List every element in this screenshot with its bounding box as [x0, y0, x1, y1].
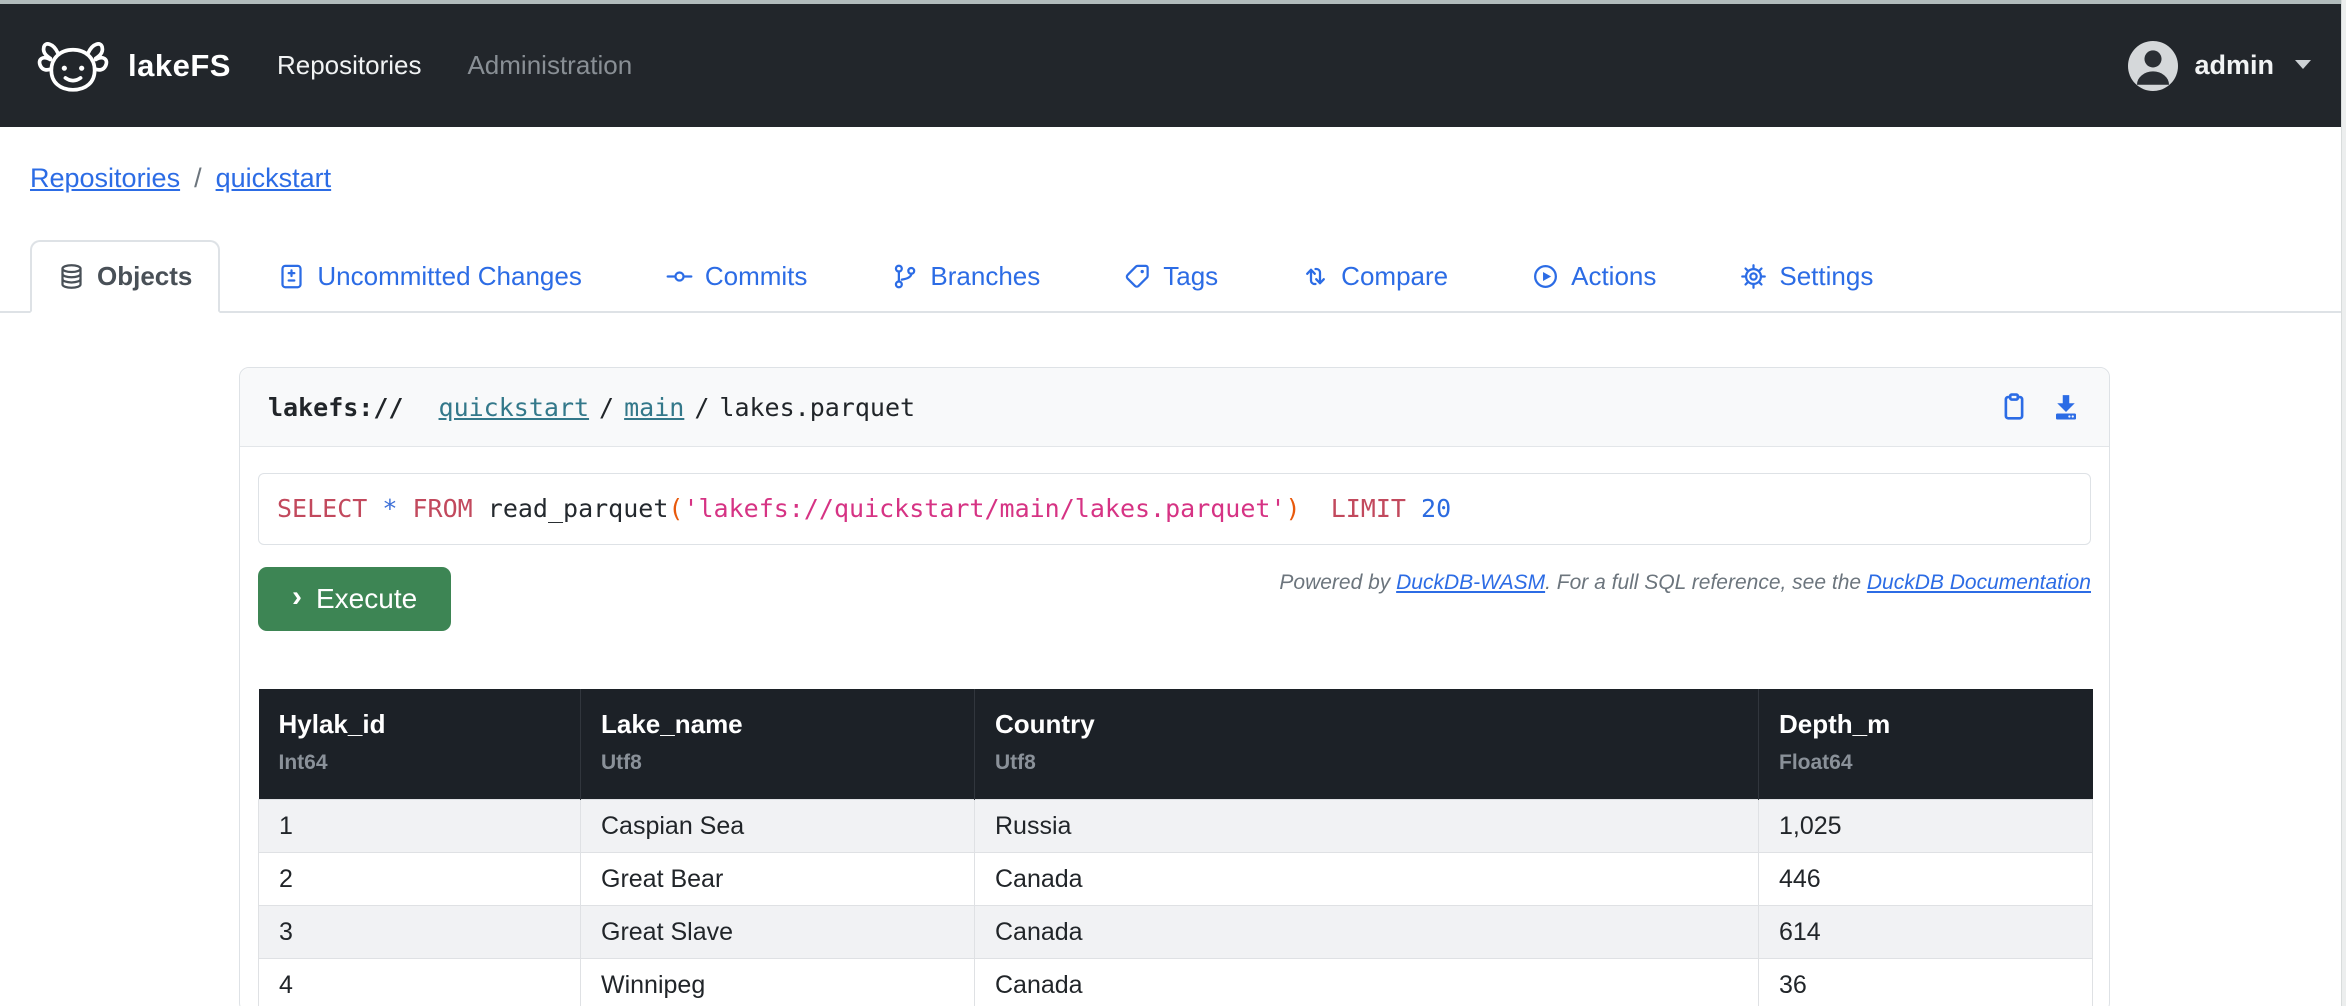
- breadcrumb-separator: /: [194, 163, 202, 194]
- tab-label: Commits: [705, 261, 808, 292]
- tab-label: Tags: [1163, 261, 1218, 292]
- path-repo-link[interactable]: quickstart: [439, 393, 590, 422]
- chevron-right-icon: ›: [292, 583, 302, 611]
- user-name: admin: [2194, 50, 2274, 81]
- sql-token: FROM: [413, 494, 473, 523]
- tab-actions[interactable]: Actions: [1506, 242, 1682, 311]
- object-path-bar: lakefs:// quickstart / main / lakes.parq…: [240, 368, 2109, 447]
- sql-token: 20: [1421, 494, 1451, 523]
- cell: Canada: [975, 959, 1759, 1006]
- query-results-table: Hylak_id Int64 Lake_name Utf8 Country Ut…: [258, 689, 2093, 1006]
- tab-label: Settings: [1779, 261, 1873, 292]
- tab-label: Actions: [1571, 261, 1656, 292]
- tab-tags[interactable]: Tags: [1098, 242, 1244, 311]
- repo-tabs: Objects Uncommitted Changes Commits: [0, 240, 2346, 313]
- sql-token: SELECT: [277, 494, 367, 523]
- table-row: 2 Great Bear Canada 446: [259, 853, 2093, 906]
- table-row: 3 Great Slave Canada 614: [259, 906, 2093, 959]
- sql-token: ): [1286, 494, 1301, 523]
- window-right-edge: [2341, 0, 2346, 1006]
- breadcrumb-quickstart[interactable]: quickstart: [216, 163, 332, 194]
- file-diff-icon: [278, 263, 305, 290]
- cell: 4: [259, 959, 581, 1006]
- tab-compare[interactable]: Compare: [1276, 242, 1474, 311]
- execute-label: Execute: [316, 583, 417, 615]
- lakefs-axolotl-logo-icon: [34, 35, 112, 97]
- sql-token: LIMIT: [1331, 494, 1406, 523]
- object-viewer-body: SELECT * FROM read_parquet('lakefs://qui…: [240, 447, 2109, 1006]
- path-separator: /: [684, 393, 719, 422]
- commit-icon: [666, 263, 693, 290]
- caret-down-icon: [2294, 57, 2312, 75]
- cell: Canada: [975, 853, 1759, 906]
- sql-token: *: [382, 494, 397, 523]
- brand-name: lakeFS: [128, 48, 231, 84]
- cell: Great Slave: [581, 906, 975, 959]
- copy-icon[interactable]: [1999, 392, 2029, 422]
- tab-uncommitted-changes[interactable]: Uncommitted Changes: [252, 242, 607, 311]
- play-circle-icon: [1532, 263, 1559, 290]
- tab-label: Compare: [1341, 261, 1448, 292]
- cell: Canada: [975, 906, 1759, 959]
- cell: 614: [1759, 906, 2093, 959]
- object-actions: [1999, 392, 2081, 422]
- brand[interactable]: lakeFS: [34, 35, 231, 97]
- sql-editor[interactable]: SELECT * FROM read_parquet('lakefs://qui…: [258, 473, 2091, 545]
- duckdb-wasm-link[interactable]: DuckDB-WASM: [1396, 571, 1545, 594]
- nav-link-administration[interactable]: Administration: [467, 50, 632, 81]
- execute-button[interactable]: › Execute: [258, 567, 451, 631]
- window-top-edge: [0, 0, 2346, 4]
- branch-icon: [891, 263, 918, 290]
- avatar: [2128, 41, 2178, 91]
- tab-label: Uncommitted Changes: [317, 261, 581, 292]
- cell: Russia: [975, 800, 1759, 853]
- breadcrumb-repositories[interactable]: Repositories: [30, 163, 180, 194]
- sql-footer-row: › Execute Powered by DuckDB-WASM. For a …: [258, 567, 2091, 631]
- cell: 3: [259, 906, 581, 959]
- cell: 1: [259, 800, 581, 853]
- tab-commits[interactable]: Commits: [640, 242, 834, 311]
- gear-icon: [1740, 263, 1767, 290]
- compare-icon: [1302, 263, 1329, 290]
- sql-token: (: [668, 494, 683, 523]
- cell: Caspian Sea: [581, 800, 975, 853]
- database-icon: [58, 263, 85, 290]
- path-ref-link[interactable]: main: [624, 393, 684, 422]
- duckdb-docs-link[interactable]: DuckDB Documentation: [1867, 571, 2091, 594]
- column-header-hylak-id: Hylak_id Int64: [259, 689, 581, 800]
- cell: 1,025: [1759, 800, 2093, 853]
- tab-objects[interactable]: Objects: [30, 240, 220, 313]
- powered-by-note: Powered by DuckDB-WASM. For a full SQL r…: [1279, 571, 2091, 595]
- table-row: 1 Caspian Sea Russia 1,025: [259, 800, 2093, 853]
- table-header-row: Hylak_id Int64 Lake_name Utf8 Country Ut…: [259, 689, 2093, 800]
- column-header-depth-m: Depth_m Float64: [1759, 689, 2093, 800]
- sql-token: read_parquet: [473, 494, 669, 523]
- breadcrumb: Repositories / quickstart: [30, 163, 2346, 194]
- cell: 36: [1759, 959, 2093, 1006]
- cell: 446: [1759, 853, 2093, 906]
- top-navbar: lakeFS Repositories Administration admin: [0, 4, 2346, 127]
- column-header-lake-name: Lake_name Utf8: [581, 689, 975, 800]
- path-scheme: lakefs://: [268, 393, 403, 422]
- user-menu[interactable]: admin: [2128, 41, 2312, 91]
- tab-branches[interactable]: Branches: [865, 242, 1066, 311]
- download-icon[interactable]: [2051, 392, 2081, 422]
- tag-icon: [1124, 263, 1151, 290]
- cell: Winnipeg: [581, 959, 975, 1006]
- table-row: 4 Winnipeg Canada 36: [259, 959, 2093, 1006]
- cell: Great Bear: [581, 853, 975, 906]
- tab-label: Objects: [97, 261, 192, 292]
- tab-settings[interactable]: Settings: [1714, 242, 1899, 311]
- tab-label: Branches: [930, 261, 1040, 292]
- sql-token: 'lakefs://quickstart/main/lakes.parquet': [683, 494, 1285, 523]
- nav-link-repositories[interactable]: Repositories: [277, 50, 422, 81]
- column-header-country: Country Utf8: [975, 689, 1759, 800]
- path-separator: /: [589, 393, 624, 422]
- cell: 2: [259, 853, 581, 906]
- person-icon: [2128, 41, 2178, 91]
- nav-links: Repositories Administration: [277, 50, 632, 81]
- path-filename: lakes.parquet: [719, 393, 915, 422]
- object-viewer-card: lakefs:// quickstart / main / lakes.parq…: [239, 367, 2110, 1006]
